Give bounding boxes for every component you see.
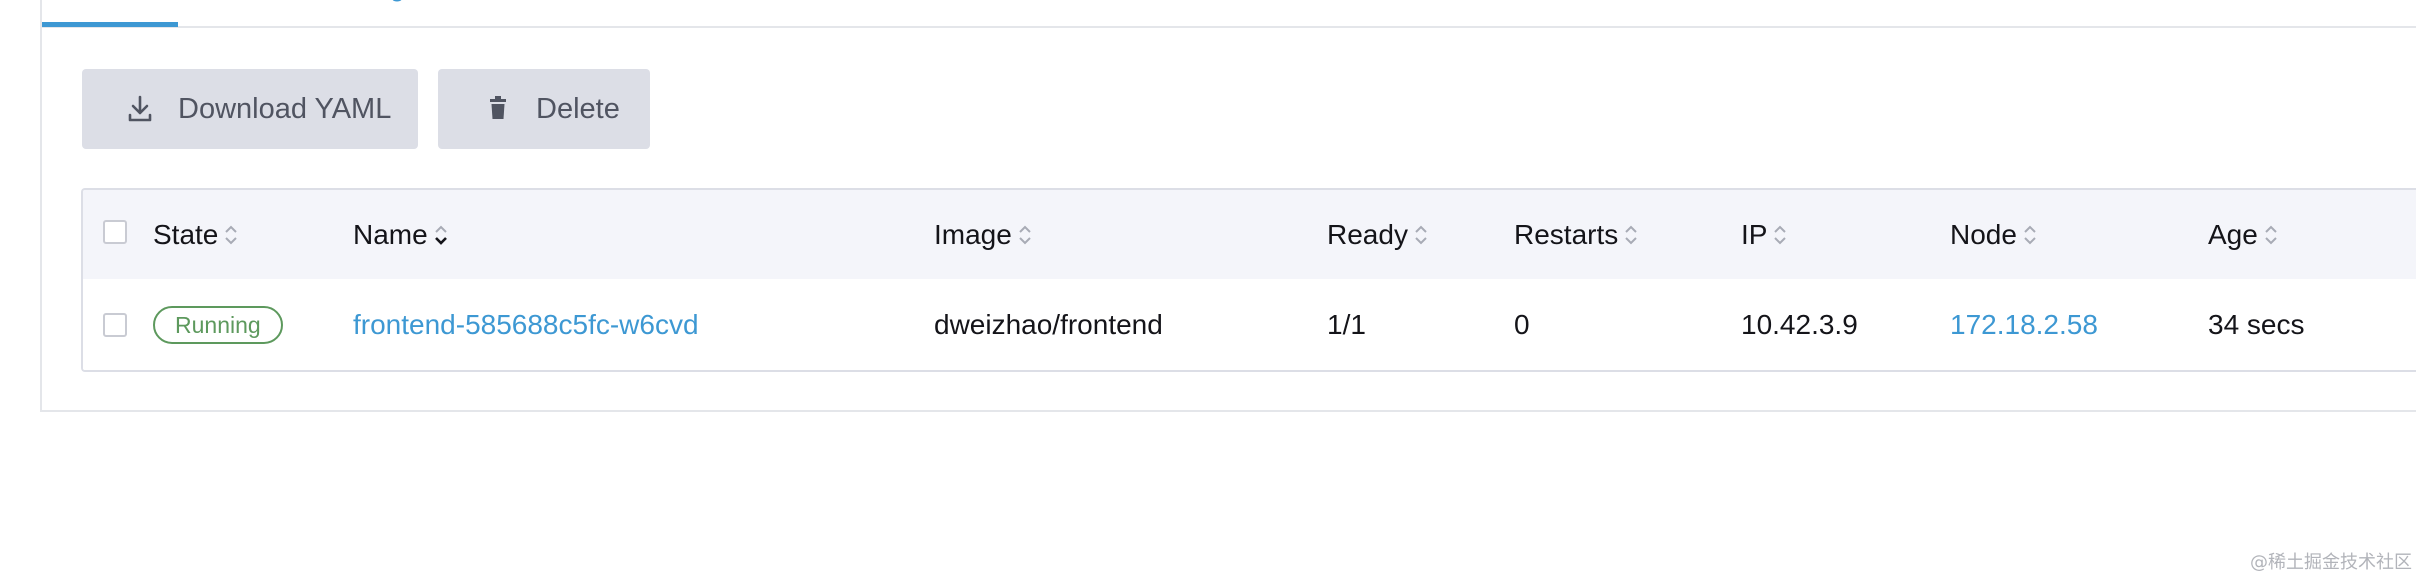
trash-icon	[484, 94, 512, 124]
node-cell: 172.18.2.58	[1950, 279, 2098, 370]
pod-name-link[interactable]: frontend-585688c5fc-w6cvd	[353, 309, 699, 341]
tab-partial-label: g	[390, 0, 436, 3]
delete-label: Delete	[536, 92, 620, 125]
node-link[interactable]: 172.18.2.58	[1950, 309, 2098, 341]
column-header-ready[interactable]: Ready	[1327, 190, 1430, 279]
download-yaml-button[interactable]: Download YAML	[82, 69, 418, 149]
table-row: Running frontend-585688c5fc-w6cvd dweizh…	[83, 279, 2416, 370]
table-header: State Name Image Ready Restarts IP Node …	[83, 190, 2416, 281]
sort-icon	[1016, 221, 1034, 249]
sort-icon	[1412, 221, 1430, 249]
state-cell: Running	[153, 279, 283, 370]
row-checkbox[interactable]	[103, 313, 127, 337]
sort-icon	[1771, 221, 1789, 249]
ip-cell: 10.42.3.9	[1741, 308, 1858, 340]
column-header-state[interactable]: State	[153, 190, 240, 279]
sort-descending-icon	[432, 221, 450, 249]
column-header-name[interactable]: Name	[353, 190, 450, 279]
name-cell: frontend-585688c5fc-w6cvd	[353, 279, 699, 370]
column-header-restarts[interactable]: Restarts	[1514, 190, 1640, 279]
ready-cell: 1/1	[1327, 308, 1366, 340]
sort-icon	[2262, 221, 2280, 249]
column-header-node[interactable]: Node	[1950, 190, 2039, 279]
sort-icon	[222, 221, 240, 249]
image-cell: dweizhao/frontend	[934, 308, 1163, 340]
active-tab-indicator	[42, 22, 178, 27]
delete-button[interactable]: Delete	[438, 69, 650, 149]
download-icon	[126, 94, 154, 124]
restarts-cell: 0	[1514, 308, 1530, 340]
column-header-image[interactable]: Image	[934, 190, 1034, 279]
column-header-age[interactable]: Age	[2208, 190, 2280, 279]
sort-icon	[1622, 221, 1640, 249]
download-yaml-label: Download YAML	[178, 92, 392, 125]
pods-table: State Name Image Ready Restarts IP Node …	[81, 188, 2416, 372]
watermark: @稀土掘金技术社区	[2250, 552, 2412, 573]
sort-icon	[2021, 221, 2039, 249]
tab-partial[interactable]: g	[390, 0, 436, 6]
status-badge: Running	[153, 305, 283, 344]
age-cell: 34 secs	[2208, 308, 2305, 340]
column-header-ip[interactable]: IP	[1741, 190, 1789, 279]
select-all-checkbox[interactable]	[103, 220, 127, 244]
